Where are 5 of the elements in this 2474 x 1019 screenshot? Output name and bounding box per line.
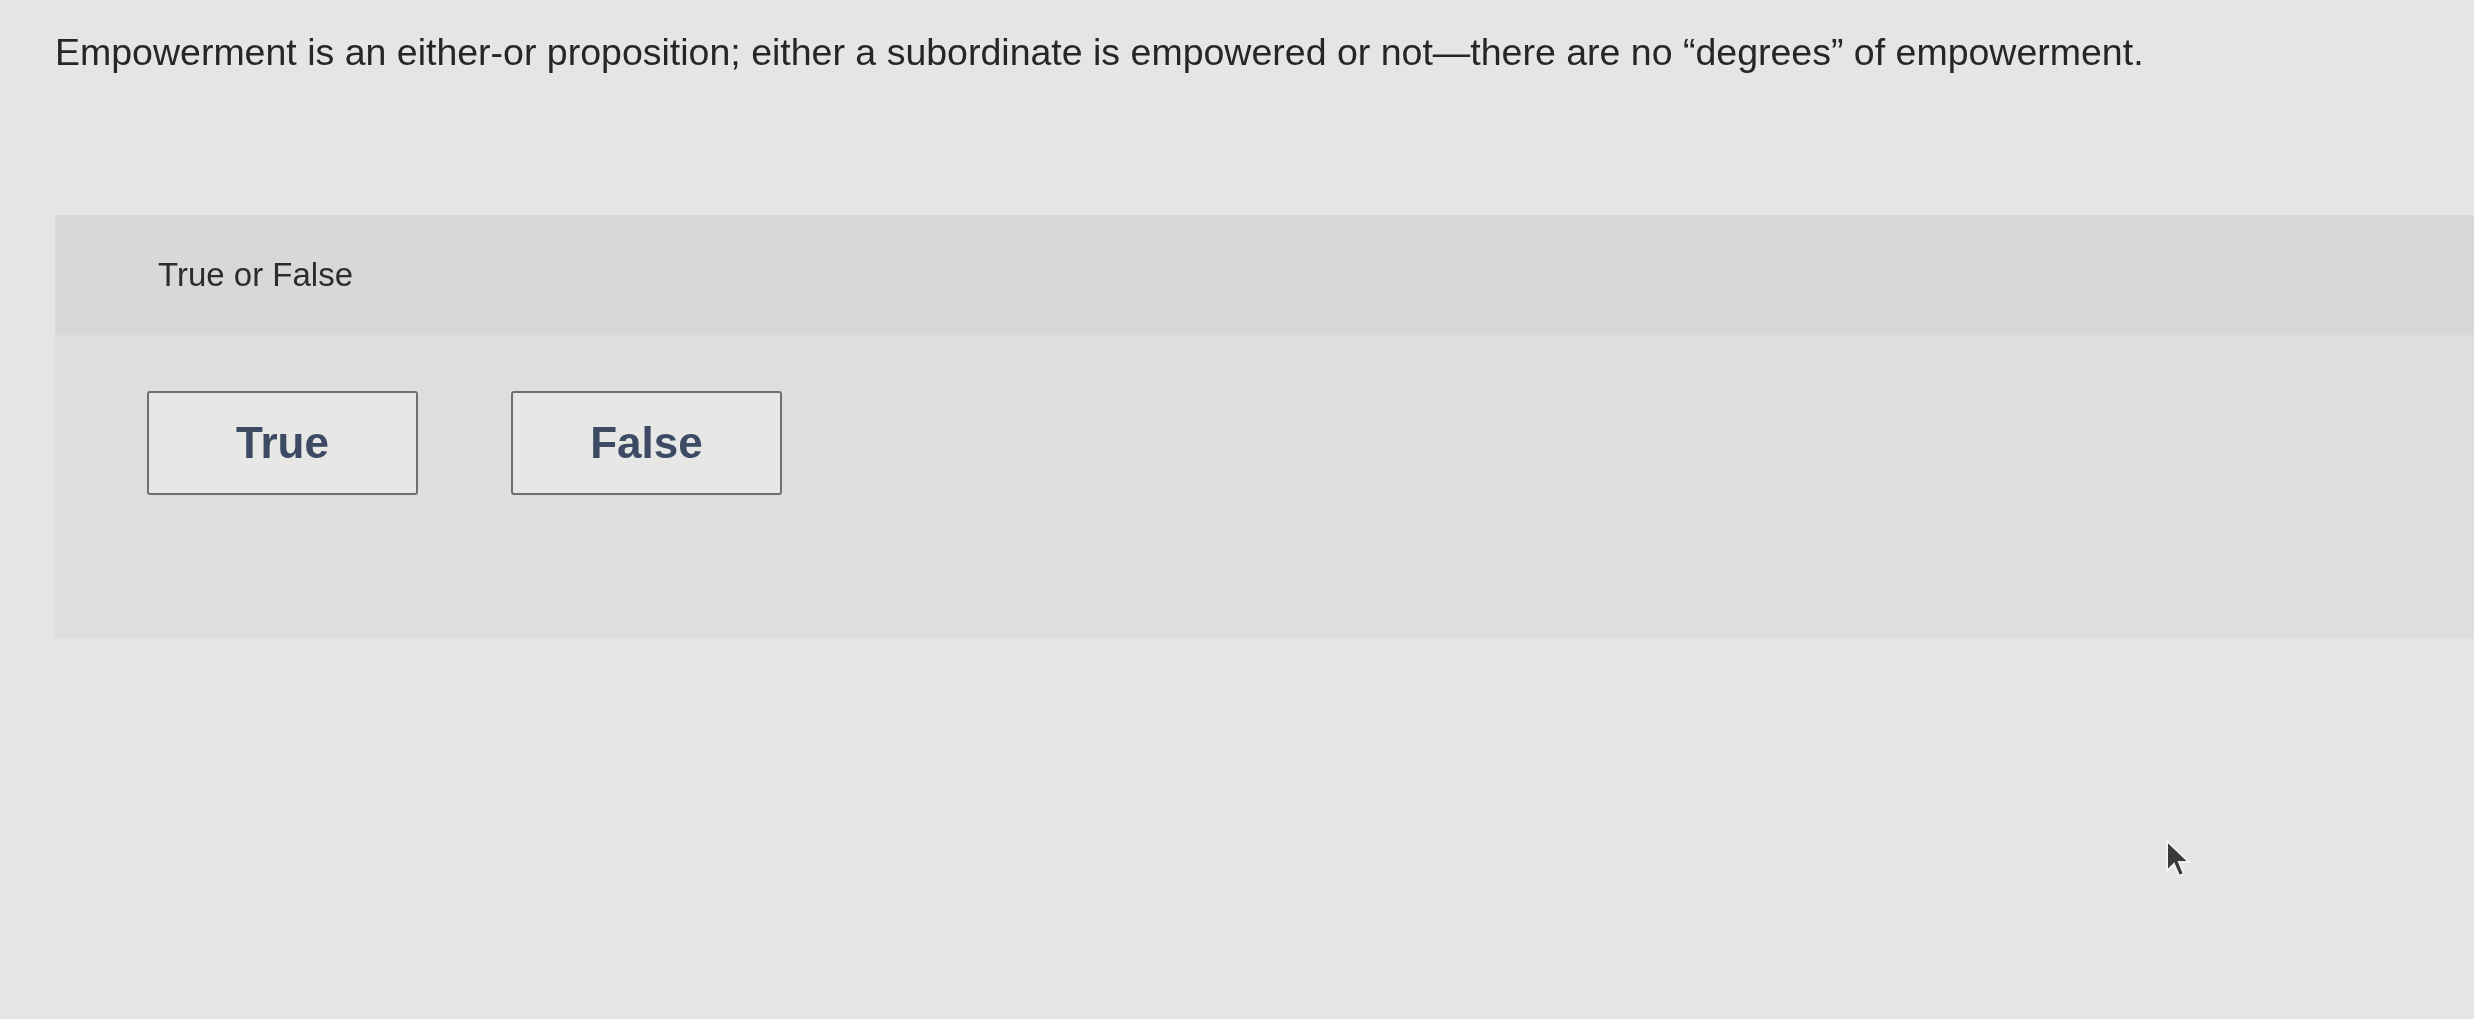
prompt-text: True or False [158,256,353,294]
pointer-cursor-icon [2165,839,2193,879]
answer-option-button[interactable]: True [147,391,418,495]
question-text: Empowerment is an either-or proposition; either a subordinate is empowered or not—there are no “degrees” of empowerment. [55,30,2144,75]
answer-option-button[interactable]: False [511,391,782,495]
